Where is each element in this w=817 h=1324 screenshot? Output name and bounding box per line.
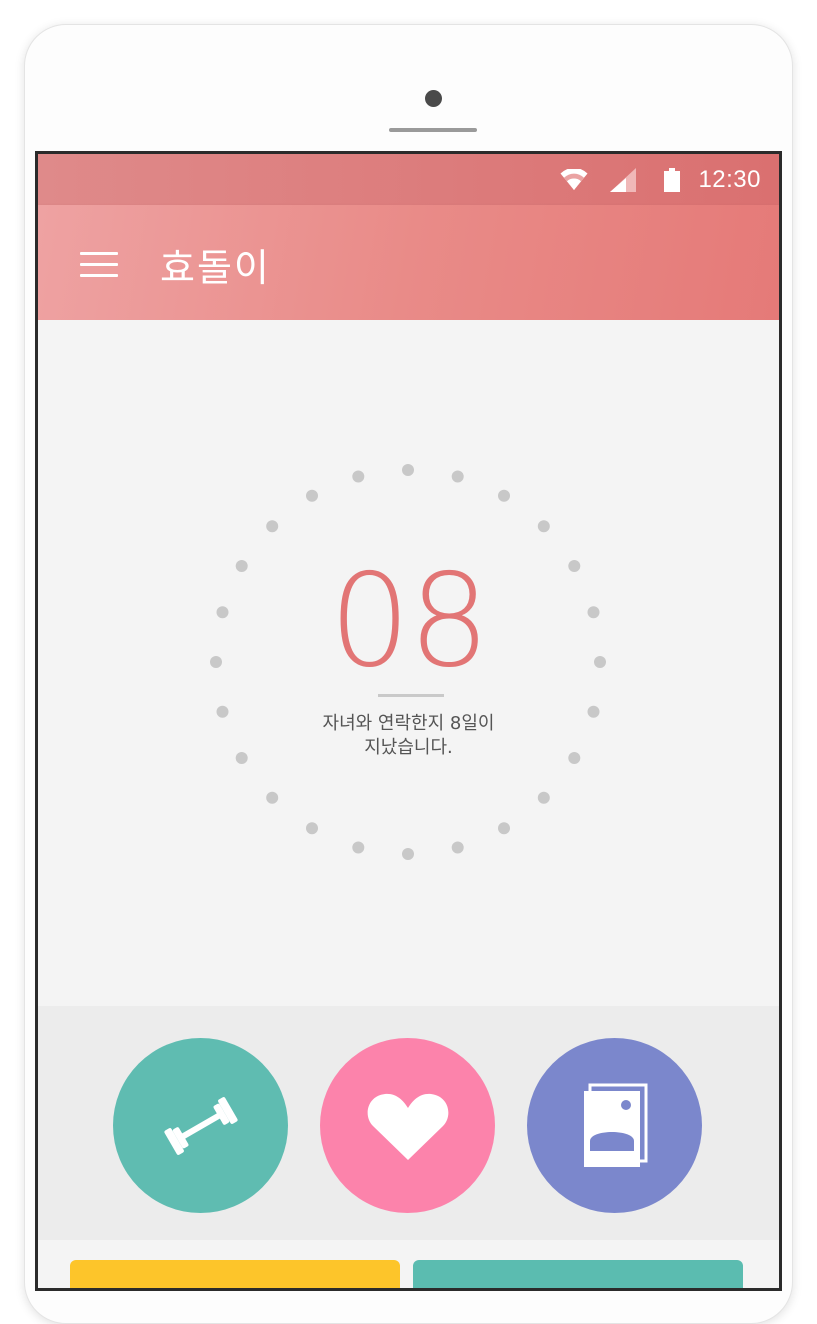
counter-divider bbox=[378, 694, 444, 697]
dial-dot bbox=[498, 822, 510, 835]
status-time: 12:30 bbox=[698, 166, 761, 193]
dial-dot bbox=[537, 520, 550, 533]
dial-dot bbox=[451, 841, 464, 854]
dumbbell-icon bbox=[163, 1096, 238, 1155]
contact-message-line2: 지났습니다. bbox=[364, 737, 453, 758]
photo-album-button[interactable] bbox=[527, 1038, 702, 1213]
earpiece-speaker bbox=[389, 128, 477, 132]
front-camera bbox=[425, 90, 442, 107]
cell-signal-icon bbox=[610, 168, 637, 192]
main-content: 08 자녀와 연락한지 8일이 지났습니다. bbox=[38, 320, 779, 1006]
app-bar: 효돌이 bbox=[38, 205, 779, 320]
dial-dot bbox=[498, 489, 510, 502]
hamburger-menu-icon[interactable] bbox=[80, 250, 120, 278]
status-bar: 12:30 bbox=[38, 154, 779, 205]
heart-icon bbox=[367, 1093, 448, 1160]
dial-dot bbox=[352, 841, 365, 854]
teal-card[interactable] bbox=[413, 1260, 743, 1288]
dial-dot bbox=[352, 470, 365, 483]
battery-icon bbox=[664, 168, 681, 192]
dial-dot bbox=[402, 848, 414, 860]
wifi-icon bbox=[560, 169, 588, 190]
app-title: 효돌이 bbox=[160, 246, 271, 290]
photo-gallery-icon bbox=[583, 1083, 647, 1167]
app-screen: 12:30 효돌이 08 자녀와 연락한지 8일이 지났습니다. bbox=[38, 154, 779, 1288]
dial-dot bbox=[306, 822, 318, 835]
dial-dot bbox=[451, 470, 464, 483]
dial-dot bbox=[537, 791, 550, 804]
status-icons: 12:30 bbox=[560, 164, 761, 196]
exercise-button[interactable] bbox=[113, 1038, 288, 1213]
dial-dot bbox=[266, 791, 279, 804]
action-buttons bbox=[38, 1006, 779, 1240]
heart-button[interactable] bbox=[320, 1038, 495, 1213]
contact-message-line1: 자녀와 연락한지 8일이 bbox=[322, 713, 495, 734]
bottom-cards bbox=[38, 1260, 779, 1288]
phone-screen: 12:30 효돌이 08 자녀와 연락한지 8일이 지났습니다. bbox=[35, 151, 782, 1291]
dial-dot bbox=[306, 489, 318, 502]
yellow-card[interactable] bbox=[70, 1260, 400, 1288]
dial-dot bbox=[402, 464, 414, 476]
days-counter: 08 bbox=[329, 547, 490, 696]
dial-dot bbox=[266, 520, 279, 533]
